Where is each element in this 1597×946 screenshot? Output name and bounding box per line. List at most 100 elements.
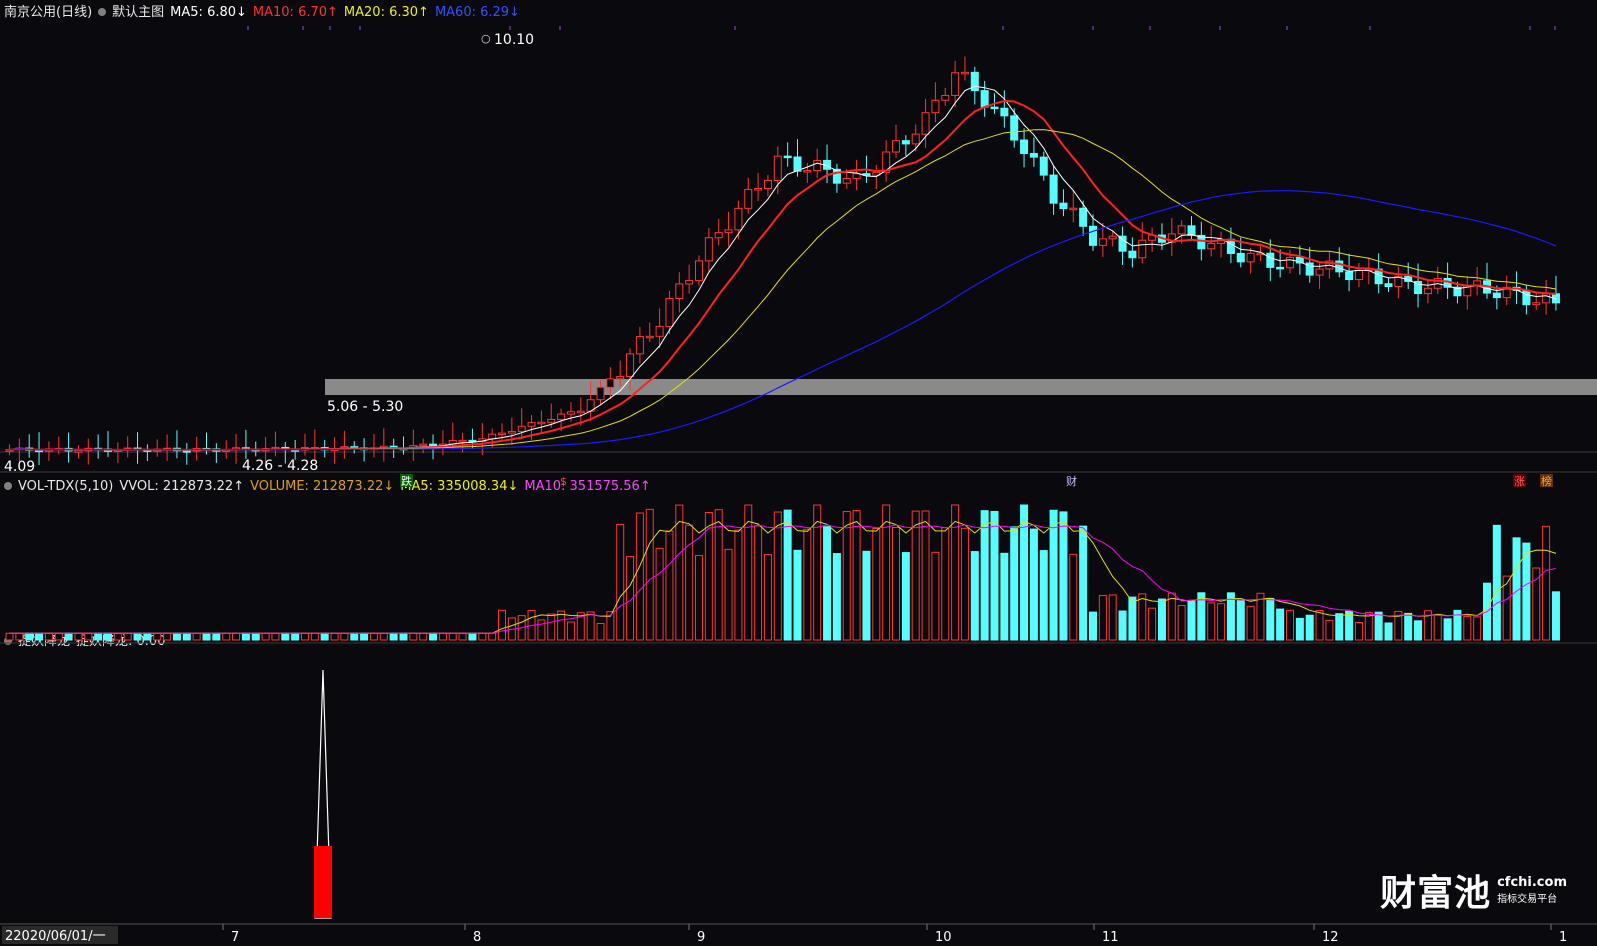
candle-body xyxy=(852,173,861,180)
candle-body xyxy=(458,439,467,443)
candle-body xyxy=(990,106,999,110)
event-cai-label[interactable]: 财 xyxy=(1066,474,1077,488)
x-tick-label: 8 xyxy=(473,930,481,945)
candle-body xyxy=(429,443,438,447)
volume-bar xyxy=(1384,622,1393,641)
volume-bar xyxy=(1551,591,1560,641)
indicator-spike-bar xyxy=(314,846,332,918)
x-axis: 7 8 9 10 11 12 1 xyxy=(222,924,1567,945)
volume-bar xyxy=(1118,610,1127,641)
volume-bar xyxy=(1246,605,1255,641)
volume-bar xyxy=(1177,604,1186,641)
volume-bar xyxy=(74,632,83,641)
event-die-label[interactable]: 跌 xyxy=(401,474,412,488)
candle-body xyxy=(1089,225,1097,246)
volume-bar xyxy=(695,555,703,641)
volume-bar xyxy=(1128,596,1137,641)
volume-bar xyxy=(310,632,319,641)
candle-body xyxy=(941,94,950,101)
candle-body xyxy=(714,232,723,239)
low-price-label: 4.09 xyxy=(4,459,35,475)
volume-bar xyxy=(94,632,103,641)
volume-bar xyxy=(980,510,989,641)
candle-body xyxy=(517,425,526,432)
candle-body xyxy=(901,140,910,145)
volume-bar xyxy=(212,632,221,641)
candle-body xyxy=(1029,152,1038,158)
volume-bar xyxy=(389,632,398,641)
volume-bar xyxy=(823,526,832,641)
volume-bar xyxy=(1354,622,1363,641)
volume-bar xyxy=(15,632,24,641)
candle-body xyxy=(813,159,822,172)
volume-bar xyxy=(882,504,891,641)
candle-body xyxy=(803,170,812,173)
volume-bar xyxy=(793,549,802,641)
volume-bar xyxy=(852,510,861,641)
volume-bar xyxy=(1098,594,1107,641)
candle-body xyxy=(498,432,506,436)
volume-bar xyxy=(448,632,457,641)
volume-bar xyxy=(192,632,201,641)
candle-body xyxy=(842,178,851,184)
candle-body xyxy=(488,433,497,440)
candle-body xyxy=(606,378,615,388)
volume-bar xyxy=(113,632,122,641)
volume-bar xyxy=(133,632,142,641)
candle-body xyxy=(1177,225,1186,235)
volume-bar xyxy=(369,632,378,641)
volume-bar xyxy=(1059,511,1068,641)
candle-body xyxy=(783,155,792,159)
volume-bar xyxy=(1473,616,1482,641)
volume-bar xyxy=(547,613,556,641)
volume-bar xyxy=(931,551,940,641)
candle-body xyxy=(635,336,644,355)
volume-bar xyxy=(44,632,53,641)
ma5-line xyxy=(9,85,1557,451)
volume-bar xyxy=(379,632,388,641)
candle-body xyxy=(793,156,802,172)
candle-body xyxy=(626,353,635,377)
volume-bar xyxy=(763,554,772,641)
candle-body xyxy=(892,140,900,153)
candle-body xyxy=(1286,256,1294,269)
volume-bar xyxy=(1463,616,1472,641)
volume-bar xyxy=(419,632,428,641)
volume-bar xyxy=(1079,525,1088,641)
volume-bar xyxy=(951,504,960,641)
volume-bar xyxy=(84,632,93,641)
candle-body xyxy=(1266,252,1275,268)
candle-body xyxy=(1207,243,1216,250)
candle-body xyxy=(1098,238,1107,246)
candle-body xyxy=(655,325,664,337)
watermark: 财富池 cfchi.com 指标交易平台 xyxy=(1380,864,1567,916)
event-bang-label[interactable]: 榜 xyxy=(1541,474,1552,488)
volume-bar xyxy=(537,619,546,641)
x-tick-label: 9 xyxy=(697,930,705,945)
candle-body xyxy=(527,422,536,427)
candle-body xyxy=(665,297,674,327)
volume-bar xyxy=(862,550,871,641)
candle-body xyxy=(763,179,772,190)
volume-bar xyxy=(458,632,467,641)
candle-body xyxy=(754,188,763,191)
candle-body xyxy=(921,112,930,135)
volume-bar xyxy=(714,509,723,641)
volume-bar xyxy=(5,632,14,641)
candle-body xyxy=(557,413,566,420)
ma-lines xyxy=(9,85,1557,451)
volume-bar xyxy=(901,552,910,641)
candle-body xyxy=(931,99,940,114)
event-s-label[interactable]: $ xyxy=(560,475,567,488)
event-zhang-label[interactable]: 涨 xyxy=(1514,475,1525,488)
ma60-line xyxy=(9,190,1557,451)
candle-body xyxy=(744,188,753,209)
volume-bar xyxy=(1236,600,1245,641)
candle-body xyxy=(1039,156,1048,176)
volume-bar xyxy=(360,632,369,641)
x-tick-label: 7 xyxy=(231,930,239,945)
vol-ma5-line xyxy=(9,520,1557,634)
volume-bar xyxy=(1089,611,1097,641)
candle-body xyxy=(547,418,556,423)
chart-canvas[interactable]: ○ 10.10 4.09 4.26 - 4.28 5.06 - 5.30 跌 $… xyxy=(0,0,1597,946)
